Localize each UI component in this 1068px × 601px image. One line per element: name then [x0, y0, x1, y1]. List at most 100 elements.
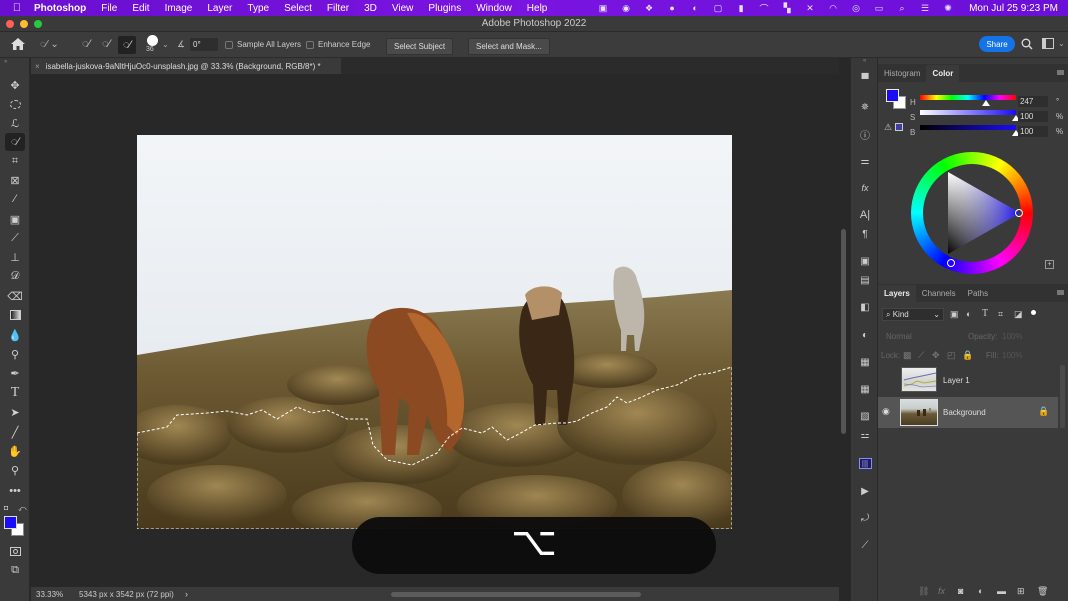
dodge-tool-icon[interactable]: ⚲: [5, 345, 25, 363]
clone-stamp-tool-icon[interactable]: ⊥: [5, 248, 25, 266]
apple-menu-icon[interactable]: : [0, 2, 34, 14]
user-icon[interactable]: ◎: [850, 3, 862, 13]
web-safe-color-swatch[interactable]: [895, 123, 903, 131]
lock-transparent-icon[interactable]: ▩: [903, 350, 912, 361]
menu-image[interactable]: Image: [165, 3, 193, 14]
select-subject-button[interactable]: Select Subject: [386, 38, 454, 55]
add-layer-style-icon[interactable]: fx: [938, 586, 945, 596]
status-menu-arrow-icon[interactable]: ›: [185, 589, 188, 599]
pen-tool-icon[interactable]: ✒: [5, 364, 25, 382]
quick-selection-tool-icon[interactable]: ◌⁄: [5, 133, 25, 151]
close-tab-icon[interactable]: ×: [35, 62, 40, 71]
eye-icon[interactable]: ◉: [882, 406, 890, 417]
filter-smart-objects-icon[interactable]: ◪: [1014, 309, 1023, 320]
channels-active-icon[interactable]: |||: [855, 454, 875, 472]
new-group-icon[interactable]: ▬: [997, 586, 1006, 596]
properties-icon[interactable]: ⚌: [855, 152, 875, 170]
patterns-icon[interactable]: ▦: [855, 380, 875, 398]
tab-histogram[interactable]: Histogram: [878, 65, 926, 82]
fill-field[interactable]: 100%: [1002, 351, 1022, 360]
menu-app-photoshop[interactable]: Photoshop: [34, 3, 86, 14]
tool-preset-picker[interactable]: ◌⁄ ⌄: [40, 39, 59, 50]
crop-tool-icon[interactable]: ⌗: [5, 152, 25, 170]
menu-edit[interactable]: Edit: [132, 3, 149, 14]
layer-name[interactable]: Layer 1: [943, 376, 970, 385]
filter-shape-layers-icon[interactable]: ⌗: [998, 309, 1003, 320]
canvas-area[interactable]: [31, 74, 846, 587]
filter-adjustment-layers-icon[interactable]: ◐: [966, 309, 971, 319]
lock-artboard-icon[interactable]: ◰: [947, 350, 956, 361]
zoom-tool-icon[interactable]: ⚲: [5, 461, 25, 479]
menu-select[interactable]: Select: [284, 3, 312, 14]
lock-image-icon[interactable]: ⟋: [918, 350, 924, 361]
layers-scrollbar[interactable]: [1060, 365, 1065, 428]
layer-row-layer-1[interactable]: Layer 1: [878, 365, 1058, 396]
new-layer-icon[interactable]: ⊞: [1017, 586, 1025, 597]
notes-icon[interactable]: ▤: [855, 271, 875, 289]
add-mask-icon[interactable]: ◙: [958, 586, 963, 596]
control-center-icon[interactable]: ☰: [919, 3, 931, 13]
filter-type-layers-icon[interactable]: T: [982, 308, 988, 319]
clock[interactable]: Mon Jul 25 9:23 PM: [969, 3, 1058, 14]
layer-row-background[interactable]: ◉ Background 🔒: [878, 397, 1058, 428]
arc-icon[interactable]: ⌒: [758, 3, 770, 14]
elliptical-marquee-tool-icon[interactable]: [5, 95, 25, 113]
saturation-value-field[interactable]: 100: [1018, 111, 1048, 122]
document-image[interactable]: [137, 135, 732, 529]
bluetooth-icon[interactable]: ✕: [804, 3, 816, 13]
gradients-icon[interactable]: ▨: [855, 407, 875, 425]
foreground-color-swatch[interactable]: [4, 516, 17, 529]
enhance-edge-checkbox[interactable]: Enhance Edge: [306, 40, 371, 49]
dropbox-icon[interactable]: ❖: [643, 3, 655, 13]
hue-value-field[interactable]: 247: [1018, 96, 1048, 107]
link-layers-icon[interactable]: ⛓: [918, 586, 929, 597]
creative-cloud-icon[interactable]: ◉: [620, 3, 632, 13]
search-icon[interactable]: ⌕: [896, 3, 908, 13]
screen-mirror-icon[interactable]: ▢: [712, 3, 724, 13]
expand-color-wheel-icon[interactable]: +: [1045, 260, 1054, 269]
menu-file[interactable]: File: [101, 3, 117, 14]
menu-help[interactable]: Help: [527, 3, 548, 14]
brush-settings-icon[interactable]: ⚍: [855, 426, 875, 444]
select-and-mask-button[interactable]: Select and Mask...: [468, 38, 550, 55]
menu-window[interactable]: Window: [476, 3, 512, 14]
angle-field[interactable]: 0°: [190, 38, 218, 51]
move-tool-icon[interactable]: ✥: [5, 76, 25, 94]
menu-filter[interactable]: Filter: [327, 3, 349, 14]
brightness-slider[interactable]: [920, 125, 1016, 130]
default-colors-icon[interactable]: ◘: [4, 505, 8, 512]
collapse-dock-icon[interactable]: «: [863, 58, 866, 64]
swatches-icon[interactable]: ▦: [855, 353, 875, 371]
sample-all-layers-checkbox[interactable]: Sample All Layers: [225, 40, 301, 49]
actions-play-icon[interactable]: ▶: [855, 482, 875, 500]
workspace-chevron-icon[interactable]: ⌄: [1058, 39, 1065, 48]
bookmark-icon[interactable]: ▮: [735, 3, 747, 13]
globe-icon[interactable]: ●: [666, 3, 678, 13]
horizontal-scrollbar[interactable]: [391, 592, 641, 597]
layers-panel-menu-icon[interactable]: [1057, 290, 1064, 295]
gradient-tool-icon[interactable]: [5, 306, 25, 324]
music-icon[interactable]: ◐: [689, 3, 701, 13]
info-icon[interactable]: ⓘ: [855, 125, 875, 143]
layer-visibility-toggle[interactable]: [883, 376, 893, 384]
eraser-tool-icon[interactable]: ⌫: [5, 287, 25, 305]
hue-slider[interactable]: [920, 95, 1016, 100]
menu-3d[interactable]: 3D: [364, 3, 377, 14]
glyphs-icon[interactable]: ◧: [855, 298, 875, 316]
adjustments-icon[interactable]: ◐: [855, 326, 875, 344]
hand-tool-icon[interactable]: ✋: [5, 442, 25, 460]
search-icon[interactable]: [1021, 38, 1033, 52]
brush-tool-icon[interactable]: ⟋: [5, 229, 25, 247]
history-brush-tool-icon[interactable]: 𝒟: [5, 267, 25, 285]
comments-icon[interactable]: ▀: [855, 70, 875, 88]
filter-pixel-layers-icon[interactable]: ▣: [950, 309, 959, 320]
saturation-slider[interactable]: [920, 110, 1016, 115]
spot-healing-brush-tool-icon[interactable]: ▣: [5, 210, 25, 228]
tool-presets-icon[interactable]: ⟋: [855, 536, 875, 554]
lock-position-icon[interactable]: ✥: [932, 350, 940, 361]
zoom-level[interactable]: 33.33%: [36, 590, 63, 599]
battery-icon[interactable]: ▭: [873, 3, 885, 13]
panel-fg-color-swatch[interactable]: [886, 89, 899, 102]
document-tab[interactable]: × isabella-juskova-9aNltHjuOc0-unsplash.…: [31, 58, 341, 74]
tab-paths[interactable]: Paths: [962, 285, 994, 302]
